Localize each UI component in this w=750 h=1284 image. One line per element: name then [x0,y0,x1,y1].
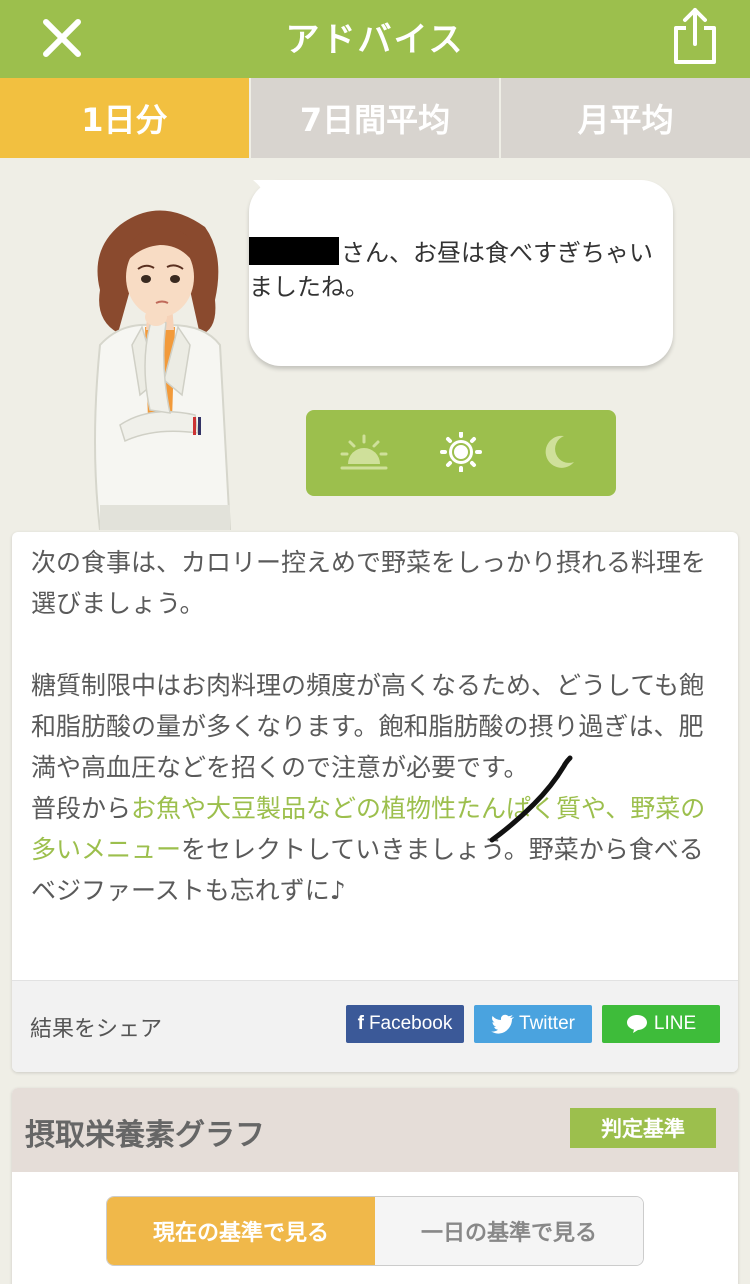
line-share-button[interactable]: LINE [602,1005,720,1043]
share-row: 結果をシェア f Facebook Twitter LINE [12,980,738,1072]
redacted-username [249,237,339,265]
twitter-label: Twitter [519,1013,575,1034]
line-label: LINE [653,1013,697,1034]
app-header: アドバイス [0,0,750,78]
advice-p3-prefix: 普段から [31,794,132,823]
tab-seven-day-average[interactable]: 7日間平均 [248,78,500,158]
graph-title: 摂取栄養素グラフ [25,1118,265,1153]
page-title: アドバイス [285,20,465,60]
view-daily-standard-button[interactable]: 一日の基準で見る [375,1197,643,1265]
facebook-share-button[interactable]: f Facebook [346,1005,464,1043]
tab-one-day[interactable]: 1日分 [0,78,249,158]
tab-monthly-average[interactable]: 月平均 [499,78,750,158]
criteria-button[interactable]: 判定基準 [570,1108,716,1148]
graph-view-toggle: 現在の基準で見る 一日の基準で見る [106,1196,644,1266]
doctor-illustration [94,210,232,530]
graph-header: 摂取栄養素グラフ 判定基準 [12,1088,738,1172]
period-tabs: 1日分 7日間平均 月平均 [0,78,750,158]
speech-bubble-text: さん、お昼は食べすぎちゃいましたね。 [249,236,659,304]
share-icon[interactable] [668,6,722,66]
meal-time-selector [306,410,616,496]
speech-bubble-tail [253,180,289,216]
twitter-bird-icon [491,1014,515,1034]
facebook-icon: f [357,1013,364,1034]
nutrient-graph-card: 摂取栄養素グラフ 判定基準 現在の基準で見る 一日の基準で見る [12,1088,738,1284]
advice-card: 次の食事は、カロリー控えめで野菜をしっかり摂れる料理を選びましょう。 糖質制限中… [12,532,738,1072]
sunrise-icon[interactable] [340,432,388,472]
twitter-share-button[interactable]: Twitter [474,1005,592,1043]
moon-icon[interactable] [534,432,582,472]
advice-paragraph-1: 次の食事は、カロリー控えめで野菜をしっかり摂れる料理を選びましょう。 [31,548,707,618]
advice-paragraph-2: 糖質制限中はお肉料理の頻度が高くなるため、どうしても飽和脂肪酸の量が多くなります… [31,671,705,782]
facebook-label: Facebook [368,1013,453,1034]
view-current-standard-button[interactable]: 現在の基準で見る [107,1197,375,1265]
advice-text: 次の食事は、カロリー控えめで野菜をしっかり摂れる料理を選びましょう。 糖質制限中… [31,542,711,911]
line-bubble-icon [626,1015,647,1033]
sun-icon[interactable] [437,432,485,472]
share-label: 結果をシェア [30,1017,163,1042]
advice-paragraph-3: 普段からお魚や大豆製品などの植物性たんぱく質や、野菜の多いメニューをセレクトして… [31,788,711,911]
